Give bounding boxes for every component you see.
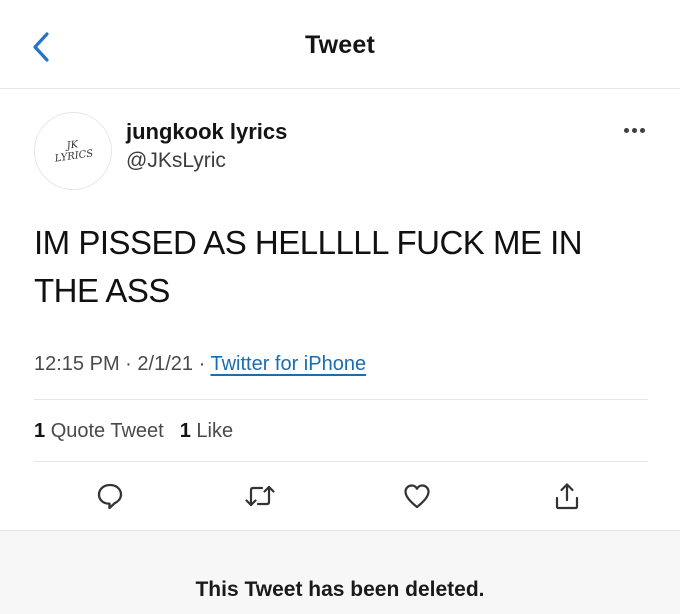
like-button[interactable]	[401, 480, 433, 512]
meta-separator: ·	[125, 353, 132, 375]
more-button[interactable]	[616, 112, 652, 148]
tweet-source-link[interactable]: Twitter for iPhone	[210, 353, 366, 375]
avatar-logo-text: JK LYRICS	[53, 139, 94, 165]
meta-separator: ·	[198, 353, 206, 375]
reply-icon	[97, 483, 123, 510]
reply-button[interactable]	[94, 480, 126, 512]
like-icon	[404, 484, 430, 509]
deleted-notice-bar: This Tweet has been deleted.	[0, 530, 680, 614]
tweet-text: IM PISSED AS HELLLLL FUCK ME IN THE ASS	[34, 224, 583, 309]
divider	[34, 461, 648, 462]
tweet-page: Tweet JK LYRICS jungkook lyrics @JKsLyric…	[0, 0, 680, 614]
tweet-date: 2/1/21	[137, 353, 194, 375]
divider	[34, 399, 648, 400]
deleted-notice: This Tweet has been deleted.	[195, 578, 485, 601]
quote-tweets-stat[interactable]: 1 Quote Tweet	[34, 420, 164, 442]
display-name[interactable]: jungkook lyrics	[126, 119, 287, 145]
user-handle[interactable]: @JKsLyric	[126, 149, 226, 173]
tweet-meta: 12:15 PM · 2/1/21 · Twitter for iPhone	[34, 353, 366, 376]
page-title: Tweet	[305, 31, 375, 59]
avatar[interactable]: JK LYRICS	[34, 112, 112, 190]
likes-stat[interactable]: 1 Like	[180, 420, 233, 442]
share-icon	[555, 483, 579, 510]
retweet-button[interactable]	[244, 480, 276, 512]
share-button[interactable]	[551, 480, 583, 512]
top-bar: Tweet	[0, 0, 680, 89]
retweet-icon	[245, 485, 275, 507]
tweet-time: 12:15 PM	[34, 353, 120, 375]
more-horizontal-icon	[623, 127, 629, 133]
tweet-stats: 1 Quote Tweet 1 Like	[34, 420, 233, 443]
action-bar	[34, 474, 648, 518]
